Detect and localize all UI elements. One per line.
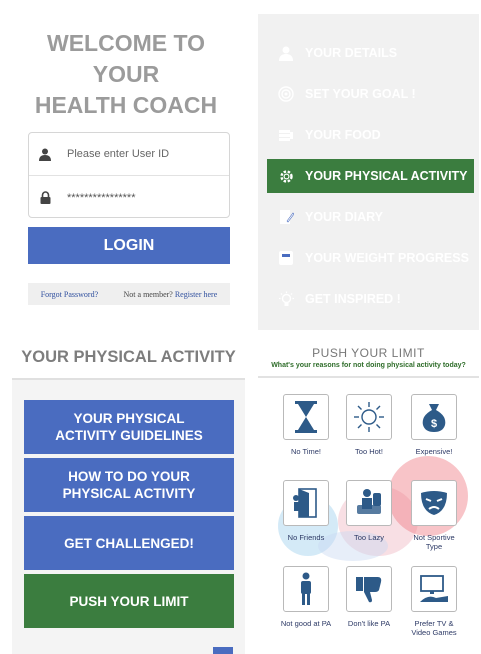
menu-weight-progress[interactable]: YOUR WEIGHT PROGRESS xyxy=(267,241,474,275)
guidelines-button[interactable]: YOUR PHYSICAL ACTIVITY GUIDELINES xyxy=(24,400,234,454)
mask-icon xyxy=(421,491,447,515)
sun-icon xyxy=(354,402,384,432)
reason-label: Prefer TV & Video Games xyxy=(411,619,457,637)
welcome-heading: WELCOME TO YOUR HEALTH COACH xyxy=(34,30,218,118)
reason-label: Don't like PA xyxy=(347,619,391,628)
login-form xyxy=(28,132,230,218)
reason-tile-no-time[interactable] xyxy=(283,394,329,440)
page-title: PUSH YOUR LIMIT xyxy=(312,346,425,360)
reason-tile-not-sportive[interactable] xyxy=(411,480,457,526)
menu-label: YOUR DETAILS xyxy=(305,46,398,60)
diary-icon xyxy=(267,209,305,225)
food-icon xyxy=(267,128,305,142)
money-bag-icon: $ xyxy=(422,404,446,432)
login-links-bar: Forgot Password? Not a member? Register … xyxy=(28,283,230,305)
door-icon xyxy=(293,488,317,518)
main-menu-panel: YOUR DETAILS SET YOUR GOAL ! YOUR FOOD Y… xyxy=(258,14,479,330)
menu-label: SET YOUR GOAL ! xyxy=(305,87,416,101)
menu-your-details[interactable]: YOUR DETAILS xyxy=(267,36,474,70)
hourglass-icon xyxy=(295,401,317,433)
menu-label: GET INSPIRED ! xyxy=(305,292,401,306)
thumbs-down-icon xyxy=(356,577,382,603)
menu-get-inspired[interactable]: GET INSPIRED ! xyxy=(267,282,474,316)
push-your-limit-button[interactable]: PUSH YOUR LIMIT xyxy=(24,574,234,628)
page-title: YOUR PHYSICAL ACTIVITY xyxy=(12,336,245,380)
forgot-password-link[interactable]: Forgot Password? xyxy=(41,290,98,299)
page-subtitle: What's your reasons for not doing physic… xyxy=(271,362,466,369)
svg-text:$: $ xyxy=(431,418,437,430)
reason-tile-not-good-at-pa[interactable] xyxy=(283,566,329,612)
reason-tile-too-lazy[interactable] xyxy=(346,480,392,526)
reason-tile-no-friends[interactable] xyxy=(283,480,329,526)
push-limit-header: PUSH YOUR LIMIT What's your reasons for … xyxy=(258,336,479,378)
standing-person-icon xyxy=(301,572,311,605)
user-icon xyxy=(29,148,61,161)
reason-label: No Friends xyxy=(287,533,325,542)
password-row xyxy=(29,176,229,219)
couch-icon xyxy=(357,489,381,514)
target-icon xyxy=(267,86,305,102)
reason-label: Too Lazy xyxy=(353,533,385,542)
reason-label: Expensive! xyxy=(415,447,453,456)
lightbulb-icon xyxy=(267,291,305,308)
register-link[interactable]: Register here xyxy=(175,290,217,299)
person-icon xyxy=(267,46,305,61)
how-to-button[interactable]: HOW TO DO YOUR PHYSICAL ACTIVITY xyxy=(24,458,234,512)
user-id-input[interactable] xyxy=(67,148,227,160)
not-member-text: Not a member? xyxy=(123,289,173,299)
reason-label: No Time! xyxy=(290,447,321,456)
scroll-indicator xyxy=(213,647,233,654)
menu-label: YOUR DIARY xyxy=(305,210,384,224)
reason-tile-expensive[interactable]: $ xyxy=(411,394,457,440)
menu-set-goal[interactable]: SET YOUR GOAL ! xyxy=(267,77,474,111)
reason-label: Not Sportive Type xyxy=(413,533,455,551)
reason-tile-dont-like-pa[interactable] xyxy=(346,566,392,612)
tv-icon xyxy=(420,575,448,602)
physical-activity-panel: YOUR PHYSICAL ACTIVITY YOUR PHYSICAL ACT… xyxy=(12,336,245,654)
reason-tile-prefer-tv[interactable] xyxy=(411,566,457,612)
menu-physical-activity[interactable]: YOUR PHYSICAL ACTIVITY xyxy=(267,159,474,193)
login-panel: WELCOME TO YOUR HEALTH COACH LOGIN Forgo… xyxy=(12,14,240,330)
reason-label: Not good at PA xyxy=(280,619,332,628)
menu-your-food[interactable]: YOUR FOOD xyxy=(267,118,474,152)
lock-icon xyxy=(29,191,61,204)
user-id-row xyxy=(29,133,229,176)
gear-icon xyxy=(267,168,305,185)
menu-label: YOUR PHYSICAL ACTIVITY xyxy=(305,169,468,183)
reason-tile-too-hot[interactable] xyxy=(346,394,392,440)
password-input[interactable] xyxy=(67,191,227,204)
scale-icon xyxy=(267,250,305,266)
get-challenged-button[interactable]: GET CHALLENGED! xyxy=(24,516,234,570)
menu-your-diary[interactable]: YOUR DIARY xyxy=(267,200,474,234)
push-limit-panel: PUSH YOUR LIMIT What's your reasons for … xyxy=(258,336,479,654)
register-prompt: Not a member? Register here xyxy=(124,290,218,299)
menu-label: YOUR FOOD xyxy=(305,128,381,142)
login-button[interactable]: LOGIN xyxy=(28,227,230,264)
reason-label: Too Hot! xyxy=(355,447,383,456)
menu-label: YOUR WEIGHT PROGRESS xyxy=(305,251,469,265)
